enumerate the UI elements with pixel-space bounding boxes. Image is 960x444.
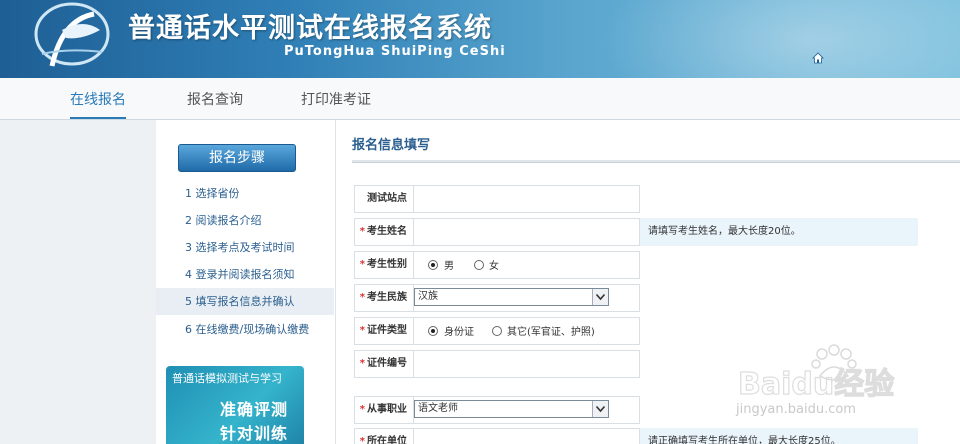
- required-mark: *: [359, 325, 365, 336]
- id-number-label: * 证件编号: [354, 350, 414, 378]
- step-item[interactable]: 2 阅读报名介绍: [156, 207, 334, 234]
- chevron-down-icon[interactable]: [592, 401, 608, 417]
- name-label: * 考生姓名: [354, 218, 414, 246]
- steps-title: 报名步骤: [178, 144, 296, 172]
- site-label: 测试站点: [354, 185, 414, 213]
- tab-register-query[interactable]: 报名查询: [187, 78, 243, 120]
- top-nav: 在线报名 报名查询 打印准考证: [0, 78, 960, 120]
- site-subtitle: PuTongHua ShuiPing CeShi: [284, 44, 506, 59]
- required-mark: *: [359, 292, 365, 303]
- ethnicity-value: 汉族: [418, 291, 438, 302]
- gender-female-label: 女: [489, 261, 499, 272]
- id-type-idcard-radio[interactable]: [428, 326, 438, 336]
- id-type-label: * 证件类型: [354, 317, 414, 345]
- occupation-select[interactable]: 语文老师: [414, 400, 609, 418]
- promo-line-2: 针对训练: [220, 424, 289, 443]
- watermark-brand: Baidu经验: [738, 367, 894, 402]
- banner-glow: [600, 0, 960, 78]
- workplace-hint: 请正确填写考生所在单位，最大长度25位。: [640, 428, 918, 444]
- required-mark: *: [359, 358, 365, 369]
- required-mark: *: [359, 436, 365, 444]
- name-hint: 请填写考生姓名，最大长度20位。: [640, 218, 918, 246]
- site-value: [414, 185, 640, 213]
- step-item[interactable]: 6 在线缴费/现场确认缴费: [156, 316, 334, 343]
- name-label-text: 考生姓名: [367, 226, 407, 237]
- step-item[interactable]: 4 登录并阅读报名须知: [156, 261, 334, 288]
- step-item-active[interactable]: 5 填写报名信息并确认: [156, 288, 334, 315]
- occupation-value: 语文老师: [418, 403, 458, 414]
- promo-caption: 普通话模拟测试与学习: [172, 372, 282, 385]
- name-input[interactable]: [414, 218, 640, 246]
- ethnicity-select[interactable]: 汉族: [414, 288, 609, 306]
- promo-banner[interactable]: 普通话模拟测试与学习 准确评测 针对训练: [166, 366, 304, 444]
- gender-male-radio[interactable]: [428, 260, 438, 270]
- gender-label-text: 考生性别: [367, 259, 407, 270]
- workplace-label-text: 所在单位: [367, 436, 407, 444]
- workplace-input[interactable]: [414, 428, 640, 444]
- required-mark: *: [359, 226, 365, 237]
- ethnicity-label: * 考生民族: [354, 284, 414, 312]
- form-title: 报名信息填写: [352, 138, 431, 153]
- id-type-field: 身份证 其它(军官证、护照): [414, 317, 640, 345]
- workplace-label: * 所在单位: [354, 428, 414, 444]
- id-type-idcard-label: 身份证: [444, 327, 474, 338]
- form-divider: [352, 160, 960, 163]
- left-gutter: [0, 120, 156, 444]
- gender-label: * 考生性别: [354, 251, 414, 279]
- site-title: 普通话水平测试在线报名系统: [128, 13, 492, 44]
- id-type-other-label: 其它(军官证、护照): [507, 327, 595, 338]
- ethnicity-field: 汉族: [414, 284, 640, 312]
- tab-print-ticket[interactable]: 打印准考证: [301, 78, 371, 120]
- watermark-url: jingyan.baidu.com: [736, 402, 856, 417]
- gender-female-radio[interactable]: [474, 260, 484, 270]
- required-mark: *: [359, 404, 365, 415]
- required-mark: *: [359, 259, 365, 270]
- id-type-label-text: 证件类型: [367, 325, 407, 336]
- id-number-input[interactable]: [414, 350, 640, 378]
- sidebar: 报名步骤 1 选择省份 2 阅读报名介绍 3 选择考点及考试时间 4 登录并阅读…: [156, 120, 336, 444]
- occupation-field: 语文老师: [414, 396, 640, 424]
- gender-field: 男 女: [414, 251, 640, 279]
- id-number-label-text: 证件编号: [367, 358, 407, 369]
- chevron-down-icon[interactable]: [592, 289, 608, 305]
- logo-icon: [34, 2, 110, 67]
- occupation-label: * 从事职业: [354, 396, 414, 424]
- step-item[interactable]: 1 选择省份: [156, 180, 334, 207]
- header-banner: 普通话水平测试在线报名系统 PuTongHua ShuiPing CeShi: [0, 0, 960, 78]
- ethnicity-label-text: 考生民族: [367, 292, 407, 303]
- step-item[interactable]: 3 选择考点及考试时间: [156, 234, 334, 261]
- id-type-other-radio[interactable]: [492, 326, 502, 336]
- home-icon[interactable]: [812, 52, 824, 64]
- occupation-label-text: 从事职业: [367, 404, 407, 415]
- tab-online-register[interactable]: 在线报名: [70, 78, 126, 119]
- site-label-text: 测试站点: [367, 193, 407, 204]
- gender-male-label: 男: [444, 261, 454, 272]
- promo-line-1: 准确评测: [220, 400, 289, 419]
